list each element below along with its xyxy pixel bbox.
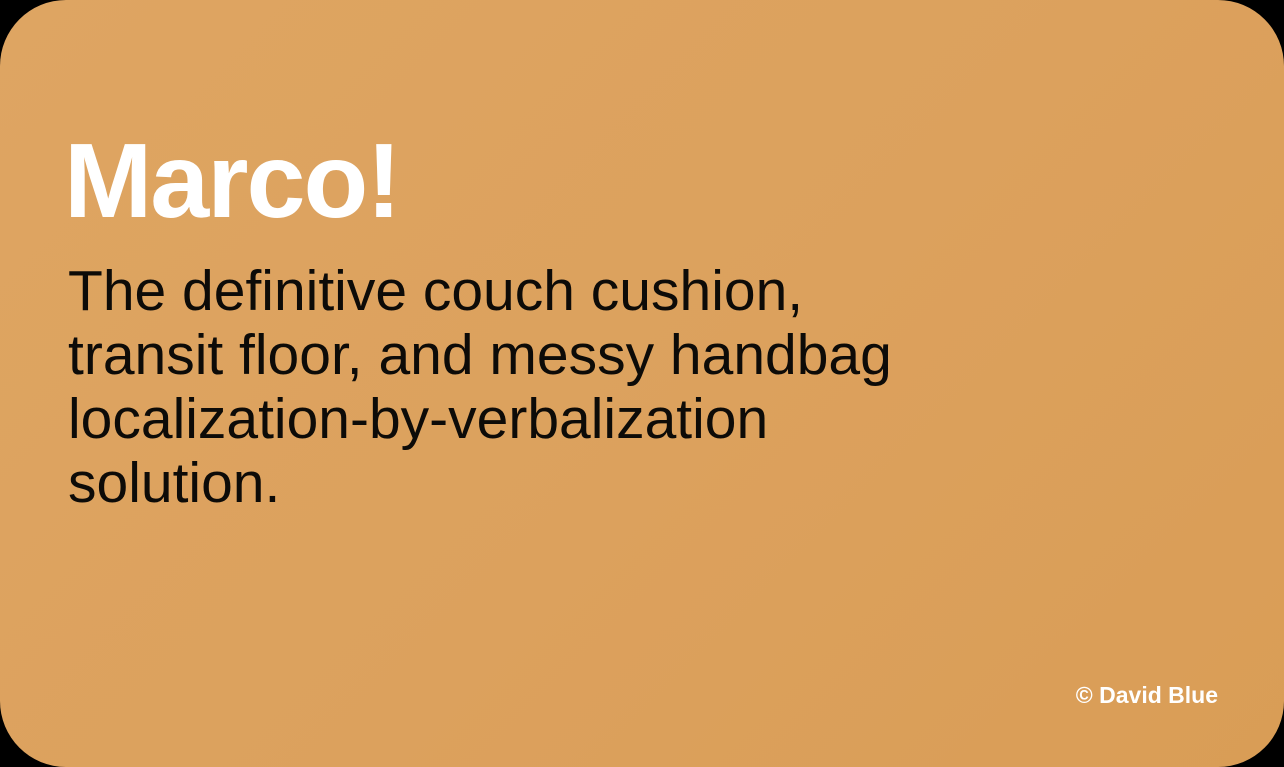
app-title: Marco! <box>64 122 402 240</box>
app-card: Marco! The definitive couch cushion, tra… <box>0 0 1284 767</box>
app-tagline: The definitive couch cushion, transit fl… <box>68 259 892 515</box>
copyright-notice: © David Blue <box>1075 682 1218 708</box>
